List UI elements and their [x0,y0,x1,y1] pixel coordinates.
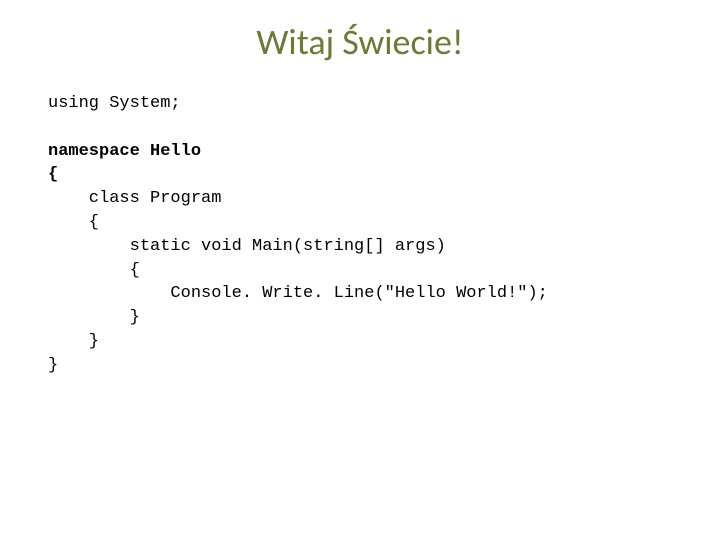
code-line-close-brace-ns: } [48,356,58,375]
code-line-close-brace-main: } [48,308,140,327]
code-block: using System; namespace Hello { class Pr… [48,92,672,378]
code-line-main: static void Main(string[] args) [48,237,446,256]
code-line-close-brace-class: } [48,332,99,351]
code-line-console: Console. Write. Line("Hello World!"); [48,284,548,303]
page-title: Witaj Świecie! [48,20,672,64]
code-line-class: class Program [48,189,221,208]
code-line-open-brace-main: { [48,261,140,280]
code-line-using: using System; [48,94,181,113]
code-line-open-brace-ns: { [48,165,58,184]
slide: Witaj Świecie! using System; namespace H… [0,0,720,540]
code-line-namespace: namespace Hello [48,142,201,161]
code-line-open-brace-class: { [48,213,99,232]
